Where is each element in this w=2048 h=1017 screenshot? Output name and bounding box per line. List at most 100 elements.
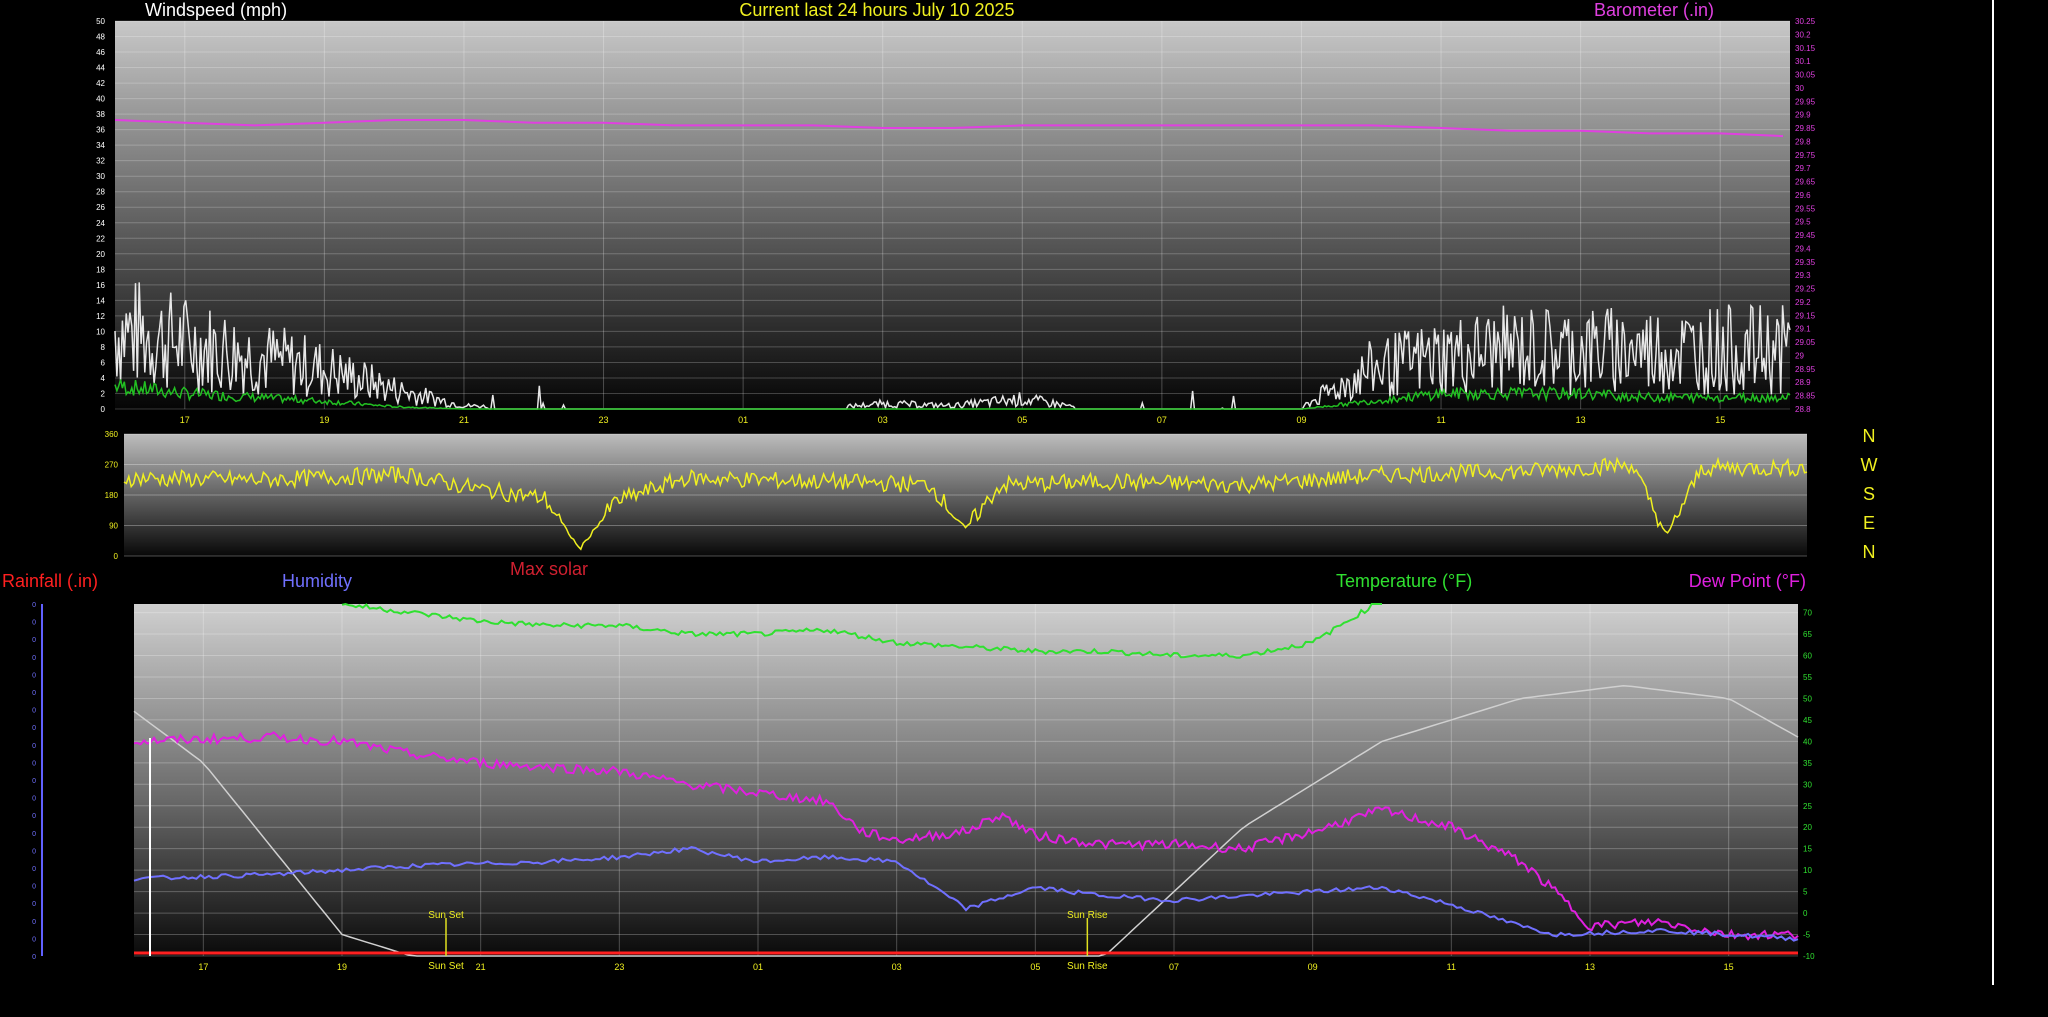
direction-tick: 360 bbox=[105, 430, 119, 439]
windspeed-tick: 4 bbox=[101, 374, 106, 383]
windspeed-tick: 12 bbox=[96, 312, 105, 321]
wind-panel-background bbox=[115, 21, 1790, 409]
barometer-tick: 30.2 bbox=[1795, 30, 1811, 39]
compass-labels: N W S E N bbox=[1861, 426, 1878, 562]
barometer-tick: 29.85 bbox=[1795, 124, 1816, 133]
wind-time-axis: 17 19 21 23 01 03 05 07 09 11 13 15 bbox=[180, 415, 1725, 425]
temperature-tick: 55 bbox=[1803, 673, 1812, 682]
windspeed-tick: 44 bbox=[96, 64, 105, 73]
windspeed-tick: 30 bbox=[96, 172, 105, 181]
temperature-tick: 40 bbox=[1803, 737, 1812, 746]
temperature-tick: 25 bbox=[1803, 802, 1812, 811]
barometer-tick: 28.85 bbox=[1795, 392, 1816, 401]
rainfall-tick: 0 bbox=[32, 936, 36, 943]
rainfall-axis: 0 0 0 0 0 0 0 0 0 0 0 0 0 0 0 0 0 0 0 0 0 bbox=[32, 602, 36, 961]
temperature-tick: 10 bbox=[1803, 866, 1812, 875]
windspeed-tick: 40 bbox=[96, 95, 105, 104]
barometer-tick: 29.25 bbox=[1795, 285, 1816, 294]
temperature-tick: 35 bbox=[1803, 759, 1812, 768]
temperature-tick: -5 bbox=[1803, 931, 1811, 940]
direction-tick: 180 bbox=[105, 491, 119, 500]
time-tick: 05 bbox=[1030, 962, 1040, 972]
temperature-tick: 60 bbox=[1803, 652, 1812, 661]
windspeed-tick: 46 bbox=[96, 48, 105, 57]
barometer-tick: 29.55 bbox=[1795, 204, 1816, 213]
barometer-tick: 29.45 bbox=[1795, 231, 1816, 240]
sunrise-label-top: Sun Rise bbox=[1067, 910, 1108, 921]
barometer-tick: 29.95 bbox=[1795, 97, 1816, 106]
barometer-tick: 29.05 bbox=[1795, 338, 1816, 347]
barometer-axis: 28.8 28.85 28.9 28.95 29 29.05 29.1 29.15 29.2 29… bbox=[1795, 17, 1816, 414]
rainfall-tick: 0 bbox=[32, 637, 36, 644]
rainfall-tick: 0 bbox=[32, 778, 36, 785]
rainfall-tick: 0 bbox=[32, 743, 36, 750]
time-tick: 21 bbox=[476, 962, 486, 972]
temperature-tick: 5 bbox=[1803, 888, 1808, 897]
barometer-tick: 29.75 bbox=[1795, 151, 1816, 160]
temperature-tick: 45 bbox=[1803, 716, 1812, 725]
rainfall-tick: 0 bbox=[32, 919, 36, 926]
barometer-tick: 29.2 bbox=[1795, 298, 1811, 307]
rainfall-tick: 0 bbox=[32, 848, 36, 855]
barometer-tick: 29.15 bbox=[1795, 311, 1816, 320]
max-solar-label: Max solar bbox=[510, 559, 588, 579]
windspeed-tick: 42 bbox=[96, 79, 105, 88]
rainfall-tick: 0 bbox=[32, 708, 36, 715]
temperature-label: Temperature (°F) bbox=[1336, 571, 1472, 591]
time-tick: 03 bbox=[892, 962, 902, 972]
time-tick: 01 bbox=[738, 415, 748, 425]
time-tick: 17 bbox=[180, 415, 190, 425]
windspeed-tick: 50 bbox=[96, 17, 105, 26]
rainfall-tick: 0 bbox=[32, 690, 36, 697]
rainfall-label: Rainfall (.in) bbox=[2, 571, 98, 591]
barometer-tick: 28.95 bbox=[1795, 365, 1816, 374]
barometer-tick: 29.1 bbox=[1795, 325, 1811, 334]
rainfall-tick: 0 bbox=[32, 831, 36, 838]
windspeed-tick: 10 bbox=[96, 327, 105, 336]
windspeed-tick: 28 bbox=[96, 188, 105, 197]
temperature-tick: 15 bbox=[1803, 845, 1812, 854]
barometer-tick: 30.15 bbox=[1795, 44, 1816, 53]
barometer-tick: 30.25 bbox=[1795, 17, 1816, 26]
windspeed-tick: 8 bbox=[101, 343, 106, 352]
chart-title: Current last 24 hours July 10 2025 bbox=[739, 0, 1014, 20]
time-tick: 09 bbox=[1308, 962, 1318, 972]
time-tick: 19 bbox=[319, 415, 329, 425]
time-tick: 21 bbox=[459, 415, 469, 425]
time-tick: 19 bbox=[337, 962, 347, 972]
windspeed-tick: 22 bbox=[96, 234, 105, 243]
windspeed-tick: 0 bbox=[101, 405, 106, 414]
temperature-axis: -10 -5 0 5 10 15 20 25 30 35 40 45 50 55 60 65 70 bbox=[1803, 609, 1815, 961]
temperature-tick: 65 bbox=[1803, 630, 1812, 639]
windspeed-tick: 34 bbox=[96, 141, 105, 150]
direction-axis: 0 90 180 270 360 bbox=[105, 430, 119, 561]
temperature-panel-background bbox=[134, 604, 1798, 956]
barometer-tick: 29 bbox=[1795, 351, 1804, 360]
windspeed-tick: 48 bbox=[96, 33, 105, 42]
windspeed-tick: 14 bbox=[96, 296, 105, 305]
time-tick: 17 bbox=[198, 962, 208, 972]
rainfall-tick: 0 bbox=[32, 796, 36, 803]
dewpoint-label: Dew Point (°F) bbox=[1689, 571, 1806, 591]
sunset-label-top: Sun Set bbox=[428, 910, 464, 921]
rainfall-tick: 0 bbox=[32, 620, 36, 627]
temperature-tick: -10 bbox=[1803, 952, 1815, 961]
time-tick: 13 bbox=[1585, 962, 1595, 972]
direction-tick: 90 bbox=[109, 522, 118, 531]
rainfall-tick: 0 bbox=[32, 866, 36, 873]
barometer-tick: 30.05 bbox=[1795, 71, 1816, 80]
time-tick: 15 bbox=[1715, 415, 1725, 425]
time-tick: 23 bbox=[599, 415, 609, 425]
time-tick: 07 bbox=[1157, 415, 1167, 425]
weather-charts: 0246810121416182022242628303234363840424… bbox=[2, 0, 1994, 985]
compass-e: E bbox=[1863, 513, 1875, 533]
compass-s: S bbox=[1863, 484, 1875, 504]
compass-n-top: N bbox=[1863, 426, 1876, 446]
compass-n-bottom: N bbox=[1863, 542, 1876, 562]
time-tick: 09 bbox=[1296, 415, 1306, 425]
barometer-label: Barometer (.in) bbox=[1594, 0, 1714, 20]
compass-w: W bbox=[1861, 455, 1878, 475]
temperature-tick: 0 bbox=[1803, 909, 1808, 918]
barometer-tick: 29.5 bbox=[1795, 218, 1811, 227]
rainfall-tick: 0 bbox=[32, 760, 36, 767]
